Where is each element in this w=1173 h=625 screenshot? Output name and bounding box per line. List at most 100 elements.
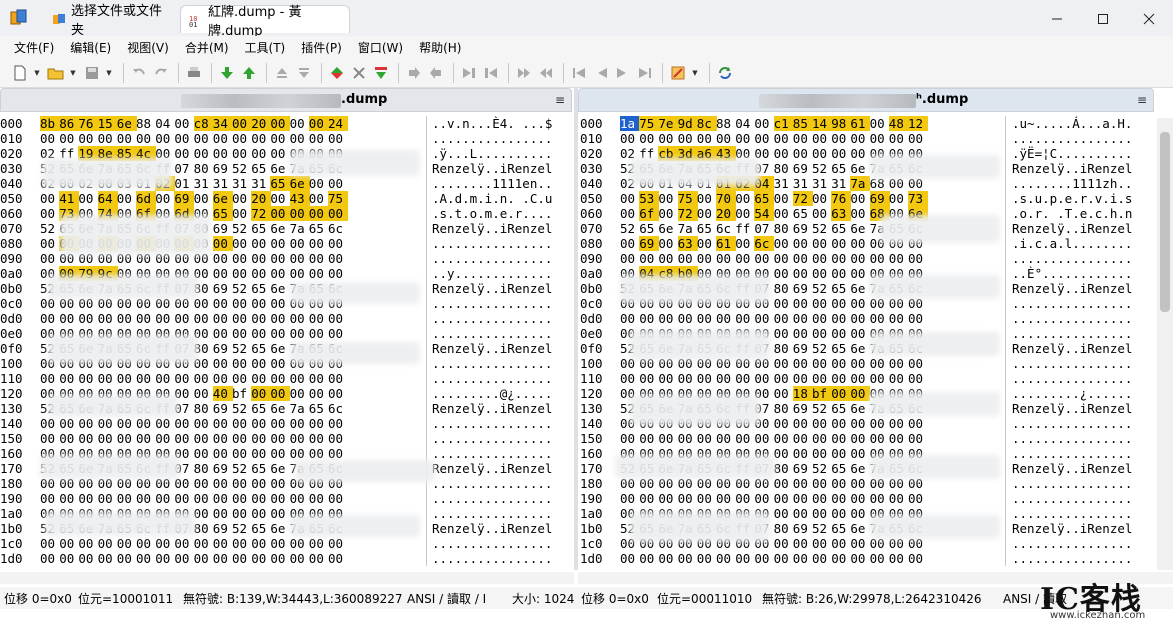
menu-view[interactable]: 视图(V) — [119, 37, 177, 59]
ascii-text[interactable]: ................ — [432, 476, 552, 491]
hex-byte[interactable]: 00 — [40, 131, 60, 146]
hex-byte[interactable]: 00 — [850, 266, 870, 281]
hex-byte[interactable]: 31 — [812, 176, 832, 191]
hex-byte[interactable]: 00 — [774, 326, 794, 341]
hex-byte[interactable]: 52 — [620, 221, 640, 236]
hex-byte[interactable]: 00 — [850, 356, 870, 371]
hex-byte[interactable]: 00 — [270, 206, 291, 221]
ascii-text[interactable]: .u~.....Á...a.H. — [1012, 116, 1132, 131]
hex-byte[interactable]: 69 — [213, 461, 233, 476]
hex-byte[interactable]: 80 — [194, 521, 214, 536]
hex-byte[interactable]: 00 — [754, 116, 774, 131]
hex-byte[interactable]: 00 — [620, 131, 640, 146]
hex-byte[interactable]: 52 — [232, 281, 252, 296]
hex-byte[interactable]: 00 — [174, 371, 194, 386]
hex-byte[interactable]: 65 — [251, 521, 271, 536]
hex-byte[interactable]: 00 — [658, 251, 678, 266]
menu-plugins[interactable]: 插件(P) — [293, 37, 350, 59]
hex-byte[interactable]: 8c — [696, 116, 717, 131]
hex-byte[interactable]: 12 — [908, 116, 928, 131]
hex-byte[interactable]: 7a — [290, 221, 310, 236]
hex-byte[interactable]: 00 — [793, 236, 813, 251]
hex-byte[interactable]: 52 — [812, 281, 832, 296]
hex-byte[interactable]: bf — [232, 386, 252, 401]
ascii-text[interactable]: ................ — [1012, 476, 1132, 491]
hex-byte[interactable]: 00 — [831, 236, 851, 251]
hex-byte[interactable]: 00 — [117, 416, 137, 431]
hex-byte[interactable]: 00 — [59, 371, 79, 386]
hex-row[interactable]: 110 00 00 00 00 00 00 00 00 00 00 00 00 00 00 00 00.....… — [578, 371, 1138, 386]
hex-byte[interactable]: 65 — [831, 161, 851, 176]
hex-byte[interactable]: 00 — [232, 191, 252, 206]
hex-byte[interactable]: 24 — [328, 116, 348, 131]
hex-byte[interactable]: 00 — [251, 431, 271, 446]
hex-byte[interactable]: 00 — [735, 251, 755, 266]
hex-byte[interactable]: 00 — [774, 206, 794, 221]
hex-byte[interactable]: 6e — [270, 521, 290, 536]
hex-byte[interactable]: 88 — [136, 116, 156, 131]
hex-byte[interactable]: 00 — [309, 251, 329, 266]
hex-byte[interactable]: 00 — [793, 266, 813, 281]
ascii-text[interactable]: Renzelÿ..iRenzel — [1012, 281, 1132, 296]
hex-byte[interactable]: 00 — [78, 371, 98, 386]
ascii-text[interactable]: Renzelÿ..iRenzel — [1012, 161, 1132, 176]
hex-byte[interactable]: 00 — [831, 371, 851, 386]
hex-byte[interactable]: 00 — [136, 416, 156, 431]
hex-byte[interactable]: 65 — [831, 521, 851, 536]
hex-byte[interactable]: 00 — [639, 371, 659, 386]
hex-byte[interactable]: 65 — [251, 401, 271, 416]
hex-byte[interactable]: 00 — [98, 431, 118, 446]
hex-byte[interactable]: 65 — [793, 206, 813, 221]
hex-byte[interactable]: 00 — [870, 251, 890, 266]
hex-byte[interactable]: 00 — [251, 236, 271, 251]
hex-byte[interactable]: 00 — [117, 491, 137, 506]
hex-byte[interactable]: 00 — [194, 536, 214, 551]
hex-byte[interactable]: 00 — [98, 491, 118, 506]
hex-byte[interactable]: 00 — [290, 371, 310, 386]
hex-byte[interactable]: 00 — [232, 416, 252, 431]
hex-byte[interactable]: 00 — [78, 536, 98, 551]
hex-byte[interactable]: 00 — [716, 431, 736, 446]
hex-row[interactable]: 190 00 00 00 00 00 00 00 00 00 00 00 00 00 00 00 00.....… — [578, 491, 1138, 506]
hex-byte[interactable]: 00 — [174, 551, 194, 566]
hex-byte[interactable]: 00 — [774, 131, 794, 146]
hex-byte[interactable]: 00 — [270, 491, 290, 506]
hex-byte[interactable]: 00 — [870, 431, 890, 446]
new-file-dropdown[interactable]: ▼ — [32, 63, 42, 83]
hex-byte[interactable]: c8 — [193, 116, 214, 131]
hex-byte[interactable]: 73 — [908, 191, 928, 206]
hex-byte[interactable]: 00 — [213, 536, 233, 551]
hex-byte[interactable]: 00 — [850, 431, 870, 446]
hex-byte[interactable]: 6e — [270, 221, 290, 236]
hex-byte[interactable]: 00 — [658, 491, 678, 506]
hex-byte[interactable]: 00 — [78, 311, 98, 326]
hex-byte[interactable]: 6e — [850, 341, 870, 356]
hex-byte[interactable]: 00 — [309, 446, 329, 461]
hex-byte[interactable]: 40 — [212, 386, 233, 401]
hex-byte[interactable]: 00 — [620, 311, 640, 326]
hex-byte[interactable]: 00 — [136, 491, 156, 506]
hex-byte[interactable]: 14 — [812, 116, 832, 131]
hex-byte[interactable]: 00 — [870, 311, 890, 326]
hex-byte[interactable]: 00 — [309, 536, 329, 551]
hex-byte[interactable]: 00 — [309, 311, 329, 326]
hex-byte[interactable]: 72 — [792, 191, 813, 206]
hex-byte[interactable]: 00 — [328, 536, 348, 551]
ascii-text[interactable]: ................ — [432, 131, 552, 146]
hex-byte[interactable]: 65 — [251, 461, 271, 476]
hex-byte[interactable]: 00 — [812, 266, 832, 281]
hex-byte[interactable]: 00 — [59, 416, 79, 431]
hex-byte[interactable]: 64 — [97, 191, 118, 206]
hex-byte[interactable]: 00 — [98, 536, 118, 551]
hex-byte[interactable]: 00 — [98, 311, 118, 326]
hex-byte[interactable]: 00 — [328, 206, 348, 221]
hex-byte[interactable]: 00 — [754, 551, 774, 566]
hex-byte[interactable]: 52 — [812, 221, 832, 236]
hex-byte[interactable]: 00 — [889, 356, 909, 371]
hex-byte[interactable]: 65 — [639, 221, 659, 236]
hex-byte[interactable]: 00 — [232, 476, 252, 491]
hex-byte[interactable]: 00 — [774, 146, 794, 161]
hex-byte[interactable]: 00 — [59, 311, 79, 326]
hex-byte[interactable]: 00 — [850, 371, 870, 386]
hex-byte[interactable]: 7a — [290, 401, 310, 416]
